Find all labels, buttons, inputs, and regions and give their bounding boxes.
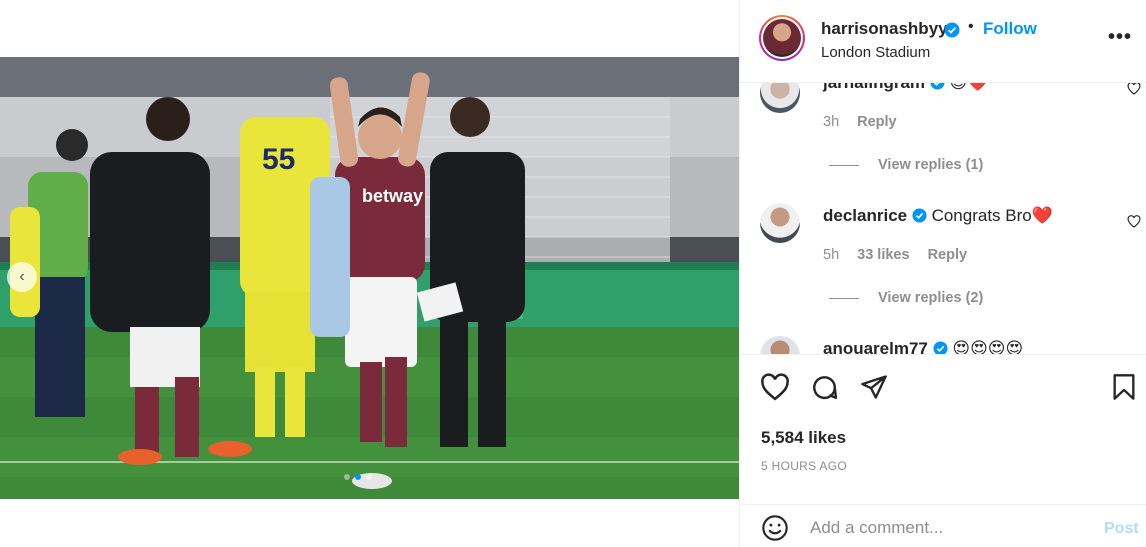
like-icon[interactable]: [760, 373, 790, 406]
chevron-left-icon: ‹: [19, 268, 25, 285]
verified-badge-icon: [933, 339, 948, 354]
comment-like-icon[interactable]: [1127, 215, 1141, 233]
view-replies-button[interactable]: View replies (1): [829, 157, 983, 173]
carousel-prev-button[interactable]: ‹: [7, 262, 37, 292]
post-timestamp[interactable]: 5 HOURS AGO: [761, 459, 847, 473]
instagram-post: E: [0, 0, 1146, 547]
comment-like-icon[interactable]: [1127, 82, 1141, 100]
add-comment-bar: Post: [740, 504, 1146, 547]
carousel-dot: [366, 474, 372, 480]
view-replies-button[interactable]: View replies (2): [829, 290, 983, 306]
reply-button[interactable]: Reply: [928, 247, 968, 263]
post-comment-button[interactable]: Post: [1104, 520, 1139, 538]
author-avatar[interactable]: [759, 15, 805, 61]
author-username[interactable]: harrisonashbyy: [821, 19, 948, 39]
save-bookmark-icon[interactable]: [1112, 373, 1136, 406]
likes-count[interactable]: 5,584 likes: [761, 428, 846, 448]
comment-time[interactable]: 3h: [823, 114, 839, 130]
post-header: harrisonashbyy • Follow London Stadium •…: [740, 0, 1146, 83]
comment-icon[interactable]: [810, 373, 839, 407]
carousel-dot: [344, 474, 350, 480]
comment-time[interactable]: 5h: [823, 247, 839, 263]
post-side-panel: harrisonashbyy • Follow London Stadium •…: [739, 0, 1146, 547]
commenter-avatar[interactable]: [760, 336, 800, 354]
more-options-icon[interactable]: •••: [1108, 26, 1132, 49]
comment-text: Congrats Bro: [931, 206, 1032, 225]
post-location[interactable]: London Stadium: [821, 44, 930, 61]
commenter-avatar[interactable]: [760, 203, 800, 243]
post-actions: 5,584 likes 5 HOURS AGO: [740, 354, 1146, 473]
comment-meta: 3h Reply: [823, 114, 897, 130]
post-photo[interactable]: E: [0, 57, 739, 499]
add-comment-input[interactable]: [810, 514, 1090, 542]
header-separator: •: [968, 18, 974, 35]
follow-button[interactable]: Follow: [983, 19, 1037, 39]
jersey-number-text: 55: [262, 143, 295, 176]
commenter-username[interactable]: anouarelm77: [823, 339, 928, 354]
comment-meta: 5h 33 likes Reply: [823, 247, 967, 263]
carousel-indicator: [344, 474, 372, 480]
comment-emoji: 😍😍😍😍: [952, 339, 1024, 354]
comment-text-line: declanrice Congrats Bro❤️: [823, 206, 1053, 226]
carousel-dot-active: [355, 474, 361, 480]
commenter-username[interactable]: declanrice: [823, 206, 907, 225]
reply-button[interactable]: Reply: [857, 114, 897, 130]
share-icon[interactable]: [860, 373, 888, 406]
sponsor-text: betway: [362, 186, 423, 206]
comments-list[interactable]: jarnalingram 😍❤️ 3h Reply View replies (…: [740, 68, 1146, 354]
comment-likes-count[interactable]: 33 likes: [857, 247, 909, 263]
verified-badge-icon: [944, 22, 960, 43]
post-media: E: [0, 0, 739, 547]
comment-emoji: ❤️: [1031, 206, 1053, 225]
verified-badge-icon: [912, 206, 927, 225]
comment-text-line: anouarelm77 😍😍😍😍: [823, 339, 1023, 354]
emoji-icon[interactable]: [761, 514, 789, 547]
